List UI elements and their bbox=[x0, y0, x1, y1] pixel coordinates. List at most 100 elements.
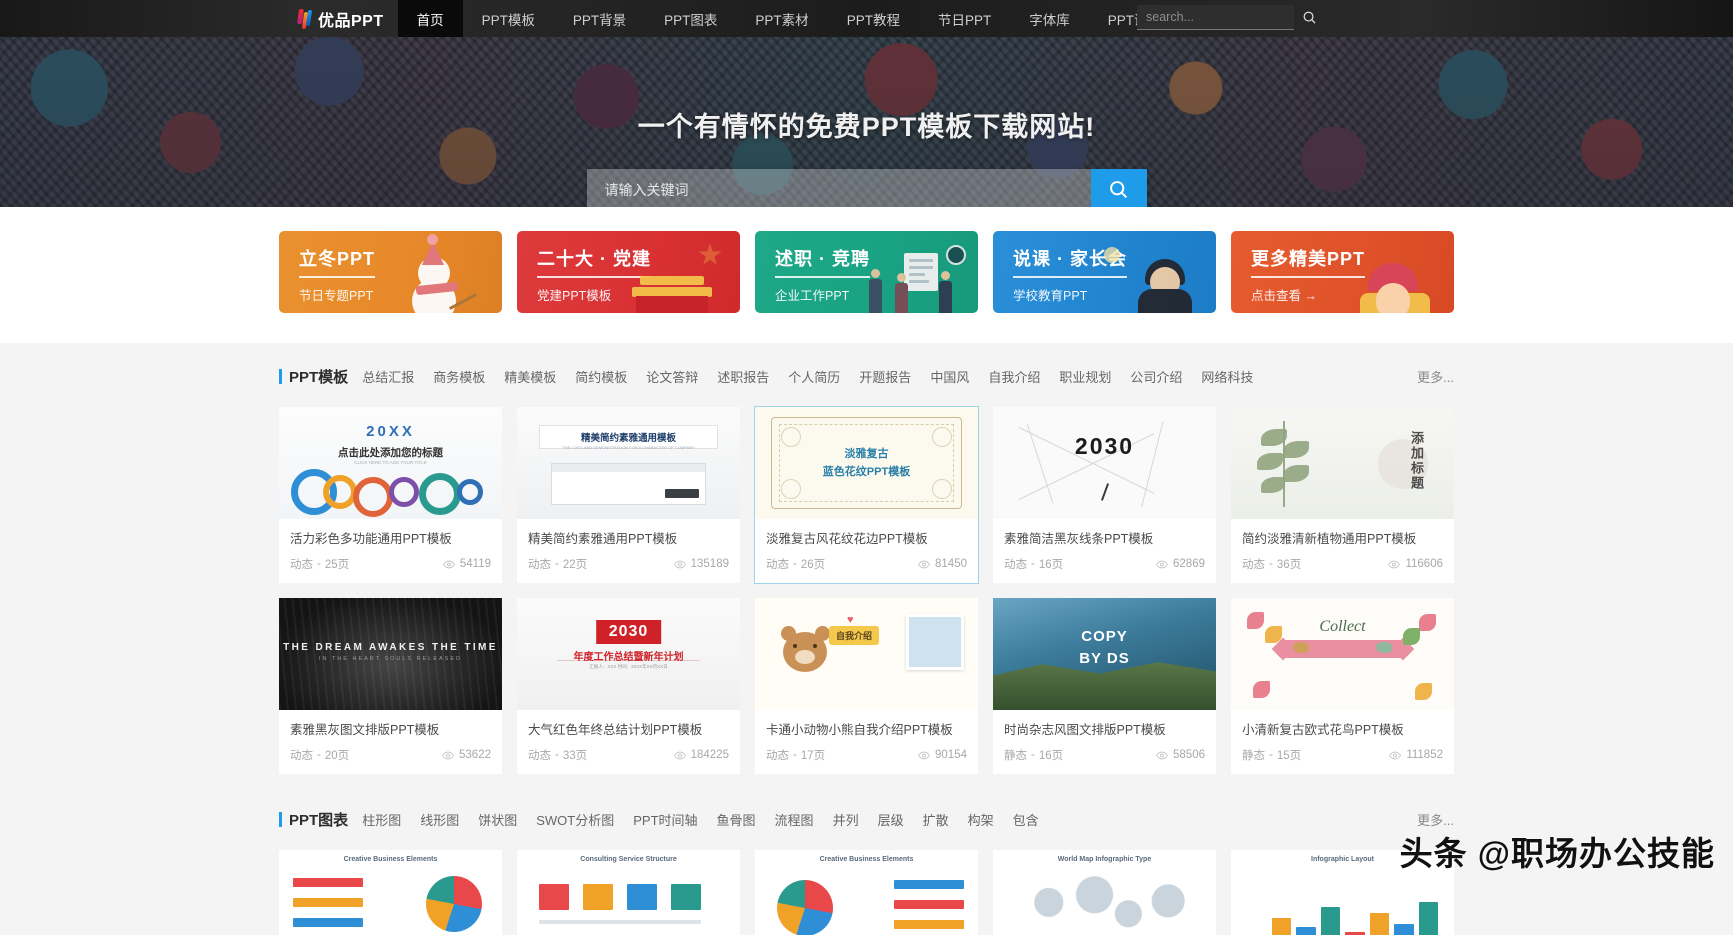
section-tab-8[interactable]: 中国风 bbox=[930, 367, 969, 386]
header-search-input[interactable] bbox=[1137, 5, 1294, 30]
search-icon bbox=[1303, 11, 1316, 24]
nav-item-home[interactable]: 首页 bbox=[397, 0, 463, 37]
section-tab-5[interactable]: 述职报告 bbox=[717, 367, 769, 386]
section-tab-1[interactable]: 商务模板 bbox=[433, 367, 485, 386]
chart-card[interactable]: Creative Business Elements bbox=[755, 850, 978, 935]
promo-card-shuzhi[interactable]: 述职 · 竞聘 企业工作PPT bbox=[755, 231, 978, 313]
section-tab-12[interactable]: 网络科技 bbox=[1201, 367, 1253, 386]
chart-thumbnail: Creative Business Elements bbox=[755, 850, 978, 935]
card-meta: 动态 - 36页 116606 bbox=[1242, 558, 1443, 571]
chart-tab-6[interactable]: 流程图 bbox=[775, 810, 814, 829]
nav-item-charts[interactable]: PPT图表 bbox=[645, 0, 736, 37]
section-header: PPT图表 柱形图 线形图 饼状图 SWOT分析图 PPT时间轴 鱼骨图 流程图… bbox=[279, 804, 1454, 834]
card-view-count: 81450 bbox=[935, 558, 967, 570]
chart-tab-9[interactable]: 扩散 bbox=[923, 810, 949, 829]
promo-card-shuoke[interactable]: 说课 · 家长会 学校教育PPT bbox=[993, 231, 1216, 313]
template-thumbnail: ♥ 自我介绍 bbox=[755, 598, 978, 710]
card-type: 动态 bbox=[290, 559, 313, 571]
eye-icon bbox=[673, 751, 686, 760]
chart-tab-2[interactable]: 饼状图 bbox=[478, 810, 517, 829]
promo-title: 立冬PPT bbox=[299, 245, 376, 278]
thumb-headline: 精美简约素雅通用模板 bbox=[580, 433, 676, 444]
chart-card[interactable]: Consulting Service Structure bbox=[517, 850, 740, 935]
chart-tab-5[interactable]: 鱼骨图 bbox=[717, 810, 756, 829]
chart-card[interactable]: Creative Business Elements bbox=[279, 850, 502, 935]
eye-icon bbox=[1388, 560, 1401, 569]
template-card[interactable]: 精美简约素雅通用模板 THE LOGO AND DEMONSTRATION FO… bbox=[517, 407, 740, 583]
section-ppt-charts: PPT图表 柱形图 线形图 饼状图 SWOT分析图 PPT时间轴 鱼骨图 流程图… bbox=[279, 774, 1454, 935]
promo-card-dangjian[interactable]: 二十大 · 党建 党建PPT模板 bbox=[517, 231, 740, 313]
section-tab-4[interactable]: 论文答辩 bbox=[646, 367, 698, 386]
eye-icon bbox=[918, 560, 930, 569]
section-more-link[interactable]: 更多... bbox=[1417, 810, 1454, 829]
card-title: 素雅简洁黑灰线条PPT模板 bbox=[1004, 532, 1154, 546]
card-type: 静态 bbox=[1004, 750, 1027, 762]
nav-item-holiday[interactable]: 节日PPT bbox=[919, 0, 1010, 37]
card-title: 简约淡雅清新植物通用PPT模板 bbox=[1242, 532, 1417, 546]
nav-item-materials[interactable]: PPT素材 bbox=[736, 0, 827, 37]
section-tab-0[interactable]: 总结汇报 bbox=[362, 367, 414, 386]
template-card[interactable]: 20XX 点击此处添加您的标题 CLICK HERE TO ADD YOUR T… bbox=[279, 407, 502, 583]
chart-thumb-title: Consulting Service Structure bbox=[580, 856, 677, 863]
template-card[interactable]: ♥ 自我介绍 卡通小动物小熊自我介绍PPT模板 动态 - 17页 90154 bbox=[755, 598, 978, 774]
chart-tab-4[interactable]: PPT时间轴 bbox=[633, 810, 697, 829]
nav-item-fonts[interactable]: 字体库 bbox=[1010, 0, 1089, 37]
template-card[interactable]: THE DREAM AWAKES THE TIME IN THE HEART S… bbox=[279, 598, 502, 774]
nav-item-background[interactable]: PPT背景 bbox=[554, 0, 645, 37]
nav-item-templates[interactable]: PPT模板 bbox=[463, 0, 554, 37]
hero-search-input[interactable] bbox=[586, 169, 1091, 207]
chart-tab-1[interactable]: 线形图 bbox=[420, 810, 459, 829]
thumb-line-2: IN THE HEART SOULS RELEASED bbox=[319, 656, 462, 662]
chart-tab-10[interactable]: 构架 bbox=[968, 810, 994, 829]
section-tab-2[interactable]: 精美模板 bbox=[504, 367, 556, 386]
chart-tab-11[interactable]: 包含 bbox=[1013, 810, 1039, 829]
template-card[interactable]: COPY BY DS 时尚杂志风图文排版PPT模板 静态 - 16页 58506 bbox=[993, 598, 1216, 774]
card-view-count: 111852 bbox=[1406, 749, 1443, 761]
section-more-link[interactable]: 更多... bbox=[1417, 367, 1454, 386]
card-type: 动态 bbox=[290, 750, 313, 762]
section-tab-7[interactable]: 开题报告 bbox=[859, 367, 911, 386]
template-card[interactable]: Collect 小清新复古欧式花鸟PPT模板 静态 - 15页 111852 bbox=[1231, 598, 1454, 774]
promo-card-more[interactable]: 更多精美PPT 点击查看 → bbox=[1231, 231, 1454, 313]
card-body: 卡通小动物小熊自我介绍PPT模板 动态 - 17页 90154 bbox=[755, 710, 978, 774]
chart-tab-3[interactable]: SWOT分析图 bbox=[536, 810, 614, 829]
chart-tab-0[interactable]: 柱形图 bbox=[362, 810, 401, 829]
section-tab-11[interactable]: 公司介绍 bbox=[1130, 367, 1182, 386]
card-meta: 动态 - 16页 62869 bbox=[1004, 558, 1205, 571]
header-search-button[interactable] bbox=[1294, 5, 1324, 30]
hero-search-button[interactable] bbox=[1090, 169, 1147, 207]
eye-icon bbox=[918, 751, 930, 760]
promo-card-lidong[interactable]: 立冬PPT 节日专题PPT bbox=[279, 231, 502, 313]
chart-thumb-title: Creative Business Elements bbox=[343, 856, 438, 863]
hero-title: 一个有情怀的免费PPT模板下载网站! bbox=[637, 112, 1096, 142]
chart-card[interactable]: World Map Infographic Type bbox=[993, 850, 1216, 935]
section-tab-10[interactable]: 职业规划 bbox=[1059, 367, 1111, 386]
section-tab-3[interactable]: 简约模板 bbox=[575, 367, 627, 386]
hero-content: 一个有情怀的免费PPT模板下载网站! bbox=[0, 37, 1733, 207]
nav-items-container: 优品PPT 首页 PPT模板 PPT背景 PPT图表 PPT素材 PPT教程 节… bbox=[296, 0, 1180, 37]
template-card[interactable]: 淡雅复古 蓝色花纹PPT模板 淡雅复古风花纹花边PPT模板 动态 - 26页 8… bbox=[754, 406, 979, 584]
site-logo[interactable]: 优品PPT bbox=[296, 0, 398, 37]
template-card[interactable]: 2030 素雅简洁黑灰线条PPT模板 动态 - 16页 62869 bbox=[993, 407, 1216, 583]
template-card[interactable]: 2030 年度工作总结暨新年计划 汇报人：XXX 时间：20XX年XX月XX日 … bbox=[517, 598, 740, 774]
section-tab-6[interactable]: 个人简历 bbox=[788, 367, 840, 386]
chart-tab-8[interactable]: 层级 bbox=[878, 810, 904, 829]
card-body: 素雅简洁黑灰线条PPT模板 动态 - 16页 62869 bbox=[993, 519, 1216, 583]
card-pages: 33页 bbox=[562, 750, 588, 762]
thumb-year: 20XX bbox=[366, 423, 415, 440]
card-title: 小清新复古欧式花鸟PPT模板 bbox=[1242, 723, 1404, 737]
thumb-headline: 添加标题 bbox=[1409, 431, 1424, 491]
card-views: 54119 bbox=[442, 558, 491, 570]
section-tab-9[interactable]: 自我介绍 bbox=[988, 367, 1040, 386]
logo-mark-icon bbox=[296, 8, 314, 30]
card-pages: 16页 bbox=[1038, 559, 1064, 571]
thumb-year-badge: 2030 bbox=[595, 620, 662, 644]
nav-item-tutorials[interactable]: PPT教程 bbox=[828, 0, 919, 37]
promo-title: 述职 · 竞聘 bbox=[775, 245, 870, 278]
card-body: 时尚杂志风图文排版PPT模板 静态 - 16页 58506 bbox=[993, 710, 1216, 774]
card-view-count: 54119 bbox=[459, 558, 491, 570]
card-pages: 25页 bbox=[324, 559, 350, 571]
chart-tab-7[interactable]: 并列 bbox=[833, 810, 859, 829]
template-card[interactable]: 添加标题 简约淡雅清新植物通用PPT模板 动态 - 36页 116606 bbox=[1231, 407, 1454, 583]
thumb-line-1: COPY bbox=[1081, 628, 1128, 645]
